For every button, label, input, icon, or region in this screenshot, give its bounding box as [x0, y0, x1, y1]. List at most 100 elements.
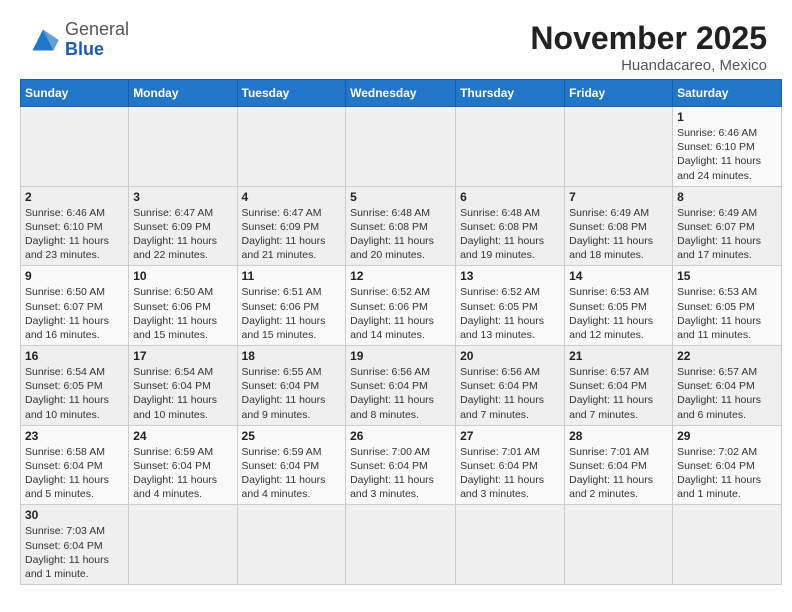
day-info: Sunrise: 6:48 AM Sunset: 6:08 PM Dayligh…: [350, 206, 451, 263]
day-number: 11: [242, 269, 342, 283]
day-number: 22: [677, 349, 777, 363]
day-cell: [346, 505, 456, 585]
day-cell: 28 Sunrise: 7:01 AM Sunset: 6:04 PM Dayli…: [565, 425, 673, 505]
day-info: Sunrise: 6:56 AM Sunset: 6:04 PM Dayligh…: [350, 365, 451, 422]
day-cell: 22 Sunrise: 6:57 AM Sunset: 6:04 PM Dayli…: [673, 346, 782, 426]
logo: General Blue: [25, 20, 129, 60]
day-number: 26: [350, 429, 451, 443]
page-header: General Blue November 2025 Huandacareo, …: [10, 10, 782, 79]
day-cell: 8 Sunrise: 6:49 AM Sunset: 6:07 PM Daylig…: [673, 186, 782, 266]
day-info: Sunrise: 6:59 AM Sunset: 6:04 PM Dayligh…: [133, 445, 232, 502]
day-cell: 19Sunrise: 6:56 AM Sunset: 6:04 PM Dayli…: [346, 346, 456, 426]
week-row-3: 16 Sunrise: 6:54 AM Sunset: 6:05 PM Dayli…: [21, 346, 782, 426]
header-day-wednesday: Wednesday: [346, 80, 456, 107]
title-block: November 2025 Huandacareo, Mexico: [530, 20, 767, 74]
day-cell: 23Sunrise: 6:58 AM Sunset: 6:04 PM Dayli…: [21, 425, 129, 505]
day-info: Sunrise: 6:48 AM Sunset: 6:08 PM Dayligh…: [460, 206, 560, 263]
day-cell: [565, 505, 673, 585]
day-cell: [129, 107, 237, 187]
day-number: 24: [133, 429, 232, 443]
day-cell: 2 Sunrise: 6:46 AM Sunset: 6:10 PM Daylig…: [21, 186, 129, 266]
header-day-saturday: Saturday: [673, 80, 782, 107]
day-cell: 9Sunrise: 6:50 AM Sunset: 6:07 PM Daylig…: [21, 266, 129, 346]
calendar-body: 1 Sunrise: 6:46 AM Sunset: 6:10 PM Daylig…: [21, 107, 782, 585]
day-number: 17: [133, 349, 232, 363]
day-info: Sunrise: 6:47 AM Sunset: 6:09 PM Dayligh…: [242, 206, 342, 263]
day-cell: [237, 107, 346, 187]
day-cell: 15 Sunrise: 6:53 AM Sunset: 6:05 PM Dayli…: [673, 266, 782, 346]
day-number: 15: [677, 269, 777, 283]
day-number: 3: [133, 190, 232, 204]
day-number: 1: [677, 110, 777, 124]
day-cell: 14Sunrise: 6:53 AM Sunset: 6:05 PM Dayli…: [565, 266, 673, 346]
day-cell: [237, 505, 346, 585]
day-info: Sunrise: 6:49 AM Sunset: 6:07 PM Dayligh…: [677, 206, 777, 263]
day-number: 2: [25, 190, 124, 204]
day-cell: 30 Sunrise: 7:03 AM Sunset: 6:04 PM Dayli…: [21, 505, 129, 585]
day-cell: 12Sunrise: 6:52 AM Sunset: 6:06 PM Dayli…: [346, 266, 456, 346]
header-day-tuesday: Tuesday: [237, 80, 346, 107]
day-info: Sunrise: 6:51 AM Sunset: 6:06 PM Dayligh…: [242, 285, 342, 342]
day-info: Sunrise: 6:50 AM Sunset: 6:06 PM Dayligh…: [133, 285, 232, 342]
day-cell: 6 Sunrise: 6:48 AM Sunset: 6:08 PM Daylig…: [456, 186, 565, 266]
day-number: 14: [569, 269, 668, 283]
week-row-4: 23Sunrise: 6:58 AM Sunset: 6:04 PM Dayli…: [21, 425, 782, 505]
day-cell: 10 Sunrise: 6:50 AM Sunset: 6:06 PM Dayli…: [129, 266, 237, 346]
day-info: Sunrise: 6:52 AM Sunset: 6:06 PM Dayligh…: [350, 285, 451, 342]
calendar-table: SundayMondayTuesdayWednesdayThursdayFrid…: [20, 79, 782, 585]
month-title: November 2025: [530, 20, 767, 57]
header-day-sunday: Sunday: [21, 80, 129, 107]
day-number: 6: [460, 190, 560, 204]
day-cell: [456, 107, 565, 187]
day-cell: 26 Sunrise: 7:00 AM Sunset: 6:04 PM Dayli…: [346, 425, 456, 505]
location: Huandacareo, Mexico: [530, 57, 767, 74]
day-cell: 1 Sunrise: 6:46 AM Sunset: 6:10 PM Daylig…: [673, 107, 782, 187]
day-info: Sunrise: 6:59 AM Sunset: 6:04 PM Dayligh…: [242, 445, 342, 502]
day-cell: [565, 107, 673, 187]
day-number: 20: [460, 349, 560, 363]
day-info: Sunrise: 6:49 AM Sunset: 6:08 PM Dayligh…: [569, 206, 668, 263]
calendar-wrapper: SundayMondayTuesdayWednesdayThursdayFrid…: [10, 79, 782, 595]
header-day-friday: Friday: [565, 80, 673, 107]
day-number: 16: [25, 349, 124, 363]
day-info: Sunrise: 6:53 AM Sunset: 6:05 PM Dayligh…: [677, 285, 777, 342]
day-number: 28: [569, 429, 668, 443]
day-info: Sunrise: 6:54 AM Sunset: 6:05 PM Dayligh…: [25, 365, 124, 422]
day-cell: 5 Sunrise: 6:48 AM Sunset: 6:08 PM Daylig…: [346, 186, 456, 266]
day-number: 30: [25, 508, 124, 522]
calendar-header: SundayMondayTuesdayWednesdayThursdayFrid…: [21, 80, 782, 107]
day-info: Sunrise: 7:03 AM Sunset: 6:04 PM Dayligh…: [25, 524, 124, 581]
day-info: Sunrise: 7:02 AM Sunset: 6:04 PM Dayligh…: [677, 445, 777, 502]
day-cell: [21, 107, 129, 187]
day-info: Sunrise: 6:54 AM Sunset: 6:04 PM Dayligh…: [133, 365, 232, 422]
day-number: 13: [460, 269, 560, 283]
day-number: 10: [133, 269, 232, 283]
day-cell: 29 Sunrise: 7:02 AM Sunset: 6:04 PM Dayli…: [673, 425, 782, 505]
day-info: Sunrise: 7:01 AM Sunset: 6:04 PM Dayligh…: [569, 445, 668, 502]
day-info: Sunrise: 6:57 AM Sunset: 6:04 PM Dayligh…: [677, 365, 777, 422]
logo-text: General Blue: [65, 20, 129, 60]
day-info: Sunrise: 6:46 AM Sunset: 6:10 PM Dayligh…: [25, 206, 124, 263]
day-number: 8: [677, 190, 777, 204]
logo-blue: Blue: [65, 39, 104, 59]
day-info: Sunrise: 6:52 AM Sunset: 6:05 PM Dayligh…: [460, 285, 560, 342]
day-number: 27: [460, 429, 560, 443]
week-row-1: 2 Sunrise: 6:46 AM Sunset: 6:10 PM Daylig…: [21, 186, 782, 266]
day-number: 7: [569, 190, 668, 204]
day-cell: 27Sunrise: 7:01 AM Sunset: 6:04 PM Dayli…: [456, 425, 565, 505]
day-cell: 7 Sunrise: 6:49 AM Sunset: 6:08 PM Daylig…: [565, 186, 673, 266]
day-cell: [129, 505, 237, 585]
day-number: 21: [569, 349, 668, 363]
day-number: 23: [25, 429, 124, 443]
day-number: 18: [242, 349, 342, 363]
day-info: Sunrise: 6:47 AM Sunset: 6:09 PM Dayligh…: [133, 206, 232, 263]
day-info: Sunrise: 7:00 AM Sunset: 6:04 PM Dayligh…: [350, 445, 451, 502]
week-row-2: 9Sunrise: 6:50 AM Sunset: 6:07 PM Daylig…: [21, 266, 782, 346]
day-info: Sunrise: 6:55 AM Sunset: 6:04 PM Dayligh…: [242, 365, 342, 422]
day-info: Sunrise: 6:46 AM Sunset: 6:10 PM Dayligh…: [677, 126, 777, 183]
day-number: 29: [677, 429, 777, 443]
day-number: 5: [350, 190, 451, 204]
day-number: 25: [242, 429, 342, 443]
header-row: SundayMondayTuesdayWednesdayThursdayFrid…: [21, 80, 782, 107]
logo-icon: [25, 26, 61, 54]
